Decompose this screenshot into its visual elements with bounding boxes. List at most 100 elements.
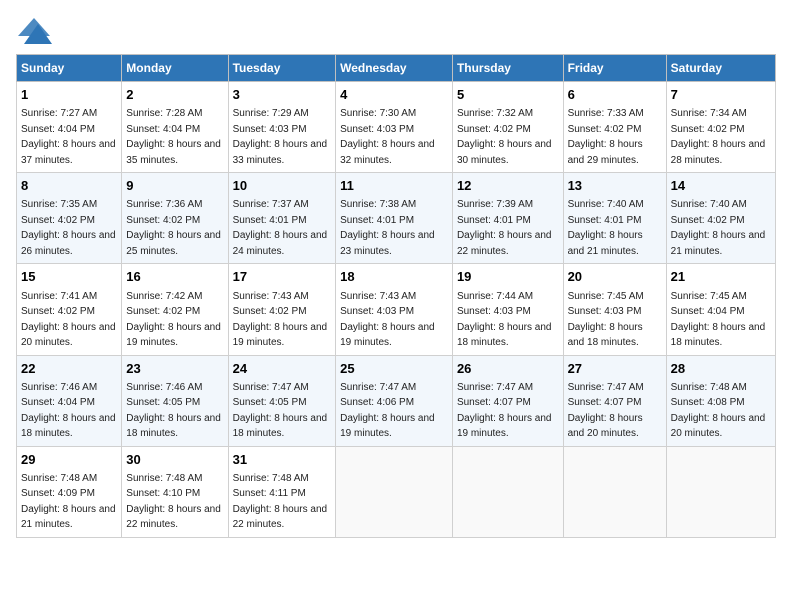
day-number: 22 [21,360,117,378]
cell-info: Sunrise: 7:37 AMSunset: 4:01 PMDaylight:… [233,199,328,257]
cell-info: Sunrise: 7:34 AMSunset: 4:02 PMDaylight:… [671,108,766,166]
day-number: 31 [233,451,332,469]
day-number: 6 [568,86,662,104]
calendar-cell: 23 Sunrise: 7:46 AMSunset: 4:05 PMDayligh… [122,355,228,446]
col-header-tuesday: Tuesday [228,55,336,82]
day-number: 3 [233,86,332,104]
calendar-cell: 14 Sunrise: 7:40 AMSunset: 4:02 PMDayligh… [666,173,775,264]
cell-info: Sunrise: 7:48 AMSunset: 4:08 PMDaylight:… [671,382,766,440]
cell-info: Sunrise: 7:46 AMSunset: 4:05 PMDaylight:… [126,382,221,440]
day-number: 11 [340,177,448,195]
cell-info: Sunrise: 7:48 AMSunset: 4:10 PMDaylight:… [126,473,221,531]
cell-info: Sunrise: 7:45 AMSunset: 4:03 PMDaylight:… [568,291,644,349]
day-number: 19 [457,268,559,286]
calendar-cell: 30 Sunrise: 7:48 AMSunset: 4:10 PMDayligh… [122,446,228,537]
col-header-friday: Friday [563,55,666,82]
cell-info: Sunrise: 7:42 AMSunset: 4:02 PMDaylight:… [126,291,221,349]
calendar-week-2: 8 Sunrise: 7:35 AMSunset: 4:02 PMDaylight… [17,173,776,264]
calendar-cell: 27 Sunrise: 7:47 AMSunset: 4:07 PMDayligh… [563,355,666,446]
page-header [16,16,776,46]
cell-info: Sunrise: 7:43 AMSunset: 4:02 PMDaylight:… [233,291,328,349]
col-header-saturday: Saturday [666,55,775,82]
calendar-cell [452,446,563,537]
day-number: 20 [568,268,662,286]
day-number: 21 [671,268,771,286]
cell-info: Sunrise: 7:40 AMSunset: 4:02 PMDaylight:… [671,199,766,257]
cell-info: Sunrise: 7:45 AMSunset: 4:04 PMDaylight:… [671,291,766,349]
calendar-cell: 1 Sunrise: 7:27 AMSunset: 4:04 PMDaylight… [17,82,122,173]
col-header-sunday: Sunday [17,55,122,82]
day-number: 1 [21,86,117,104]
calendar-cell: 25Sunrise: 7:47 AMSunset: 4:06 PMDayligh… [336,355,453,446]
calendar-week-1: 1 Sunrise: 7:27 AMSunset: 4:04 PMDaylight… [17,82,776,173]
calendar-cell: 29 Sunrise: 7:48 AMSunset: 4:09 PMDayligh… [17,446,122,537]
cell-info: Sunrise: 7:46 AMSunset: 4:04 PMDaylight:… [21,382,116,440]
cell-info: Sunrise: 7:40 AMSunset: 4:01 PMDaylight:… [568,199,644,257]
day-number: 2 [126,86,223,104]
calendar-cell: 20 Sunrise: 7:45 AMSunset: 4:03 PMDayligh… [563,264,666,355]
calendar-cell: 2Sunrise: 7:28 AMSunset: 4:04 PMDaylight… [122,82,228,173]
calendar-week-4: 22 Sunrise: 7:46 AMSunset: 4:04 PMDayligh… [17,355,776,446]
day-number: 27 [568,360,662,378]
calendar-cell: 10Sunrise: 7:37 AMSunset: 4:01 PMDayligh… [228,173,336,264]
calendar-cell: 13Sunrise: 7:40 AMSunset: 4:01 PMDayligh… [563,173,666,264]
calendar-cell: 6 Sunrise: 7:33 AMSunset: 4:02 PMDaylight… [563,82,666,173]
calendar-cell: 28 Sunrise: 7:48 AMSunset: 4:08 PMDayligh… [666,355,775,446]
calendar-cell: 7 Sunrise: 7:34 AMSunset: 4:02 PMDaylight… [666,82,775,173]
calendar-cell [336,446,453,537]
calendar-cell: 15 Sunrise: 7:41 AMSunset: 4:02 PMDayligh… [17,264,122,355]
calendar-cell: 21 Sunrise: 7:45 AMSunset: 4:04 PMDayligh… [666,264,775,355]
calendar-cell [666,446,775,537]
calendar-cell: 24 Sunrise: 7:47 AMSunset: 4:05 PMDayligh… [228,355,336,446]
cell-info: Sunrise: 7:43 AMSunset: 4:03 PMDaylight:… [340,291,435,349]
cell-info: Sunrise: 7:32 AMSunset: 4:02 PMDaylight:… [457,108,552,166]
cell-info: Sunrise: 7:30 AMSunset: 4:03 PMDaylight:… [340,108,435,166]
calendar-week-3: 15 Sunrise: 7:41 AMSunset: 4:02 PMDayligh… [17,264,776,355]
calendar-cell: 11 Sunrise: 7:38 AMSunset: 4:01 PMDayligh… [336,173,453,264]
calendar-week-5: 29 Sunrise: 7:48 AMSunset: 4:09 PMDayligh… [17,446,776,537]
logo-icon [16,16,52,46]
cell-info: Sunrise: 7:41 AMSunset: 4:02 PMDaylight:… [21,291,116,349]
logo [16,16,56,46]
day-number: 23 [126,360,223,378]
cell-info: Sunrise: 7:44 AMSunset: 4:03 PMDaylight:… [457,291,552,349]
day-number: 14 [671,177,771,195]
cell-info: Sunrise: 7:36 AMSunset: 4:02 PMDaylight:… [126,199,221,257]
calendar-header: SundayMondayTuesdayWednesdayThursdayFrid… [17,55,776,82]
day-number: 25 [340,360,448,378]
day-number: 15 [21,268,117,286]
cell-info: Sunrise: 7:47 AMSunset: 4:07 PMDaylight:… [457,382,552,440]
calendar-cell: 22 Sunrise: 7:46 AMSunset: 4:04 PMDayligh… [17,355,122,446]
day-number: 26 [457,360,559,378]
day-number: 18 [340,268,448,286]
calendar-cell: 3 Sunrise: 7:29 AMSunset: 4:03 PMDaylight… [228,82,336,173]
calendar-cell: 19 Sunrise: 7:44 AMSunset: 4:03 PMDayligh… [452,264,563,355]
calendar-cell: 17 Sunrise: 7:43 AMSunset: 4:02 PMDayligh… [228,264,336,355]
day-number: 9 [126,177,223,195]
cell-info: Sunrise: 7:29 AMSunset: 4:03 PMDaylight:… [233,108,328,166]
day-number: 30 [126,451,223,469]
col-header-wednesday: Wednesday [336,55,453,82]
calendar-cell: 26 Sunrise: 7:47 AMSunset: 4:07 PMDayligh… [452,355,563,446]
day-number: 17 [233,268,332,286]
day-number: 29 [21,451,117,469]
calendar-cell: 31Sunrise: 7:48 AMSunset: 4:11 PMDayligh… [228,446,336,537]
col-header-monday: Monday [122,55,228,82]
calendar-table: SundayMondayTuesdayWednesdayThursdayFrid… [16,54,776,538]
day-number: 24 [233,360,332,378]
cell-info: Sunrise: 7:35 AMSunset: 4:02 PMDaylight:… [21,199,116,257]
cell-info: Sunrise: 7:47 AMSunset: 4:07 PMDaylight:… [568,382,644,440]
day-number: 8 [21,177,117,195]
day-number: 28 [671,360,771,378]
day-number: 7 [671,86,771,104]
calendar-cell: 18 Sunrise: 7:43 AMSunset: 4:03 PMDayligh… [336,264,453,355]
day-number: 4 [340,86,448,104]
cell-info: Sunrise: 7:47 AMSunset: 4:05 PMDaylight:… [233,382,328,440]
cell-info: Sunrise: 7:48 AMSunset: 4:09 PMDaylight:… [21,473,116,531]
calendar-cell: 12Sunrise: 7:39 AMSunset: 4:01 PMDayligh… [452,173,563,264]
calendar-cell: 9 Sunrise: 7:36 AMSunset: 4:02 PMDaylight… [122,173,228,264]
cell-info: Sunrise: 7:38 AMSunset: 4:01 PMDaylight:… [340,199,435,257]
cell-info: Sunrise: 7:33 AMSunset: 4:02 PMDaylight:… [568,108,644,166]
cell-info: Sunrise: 7:39 AMSunset: 4:01 PMDaylight:… [457,199,552,257]
cell-info: Sunrise: 7:27 AMSunset: 4:04 PMDaylight:… [21,108,116,166]
